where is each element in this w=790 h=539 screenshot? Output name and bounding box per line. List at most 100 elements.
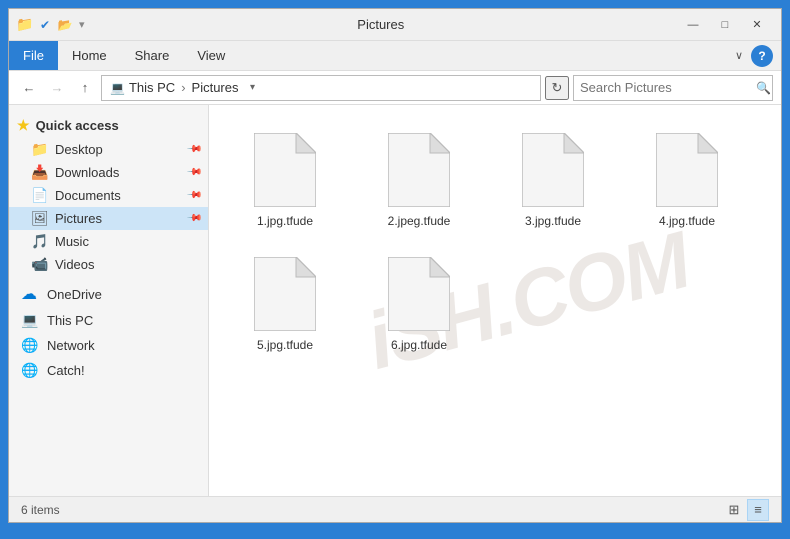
search-input[interactable] [580,80,756,95]
file-icon-wrapper [249,254,321,334]
main-content: ★ Quick access 📁 Desktop 📌 📥 Downloads 📌… [9,105,781,496]
help-button[interactable]: ? [751,45,773,67]
maximize-button[interactable]: □ [709,14,741,36]
computer-icon: 💻 [110,81,125,95]
file-item[interactable]: 4.jpg.tfude [627,121,747,237]
files-grid: 1.jpg.tfude 2.jpeg.tfude [225,121,765,361]
downloads-folder-icon: 📥 [31,164,49,181]
desktop-label: Desktop [55,142,103,157]
file-item[interactable]: 2.jpeg.tfude [359,121,479,237]
view-menu[interactable]: View [183,41,239,70]
network-label: Network [47,338,95,353]
sidebar-item-network[interactable]: 🌐 Network [9,333,208,358]
file-menu[interactable]: File [9,41,58,70]
pictures-label: Pictures [55,211,102,226]
file-icon-wrapper [517,130,589,210]
home-menu[interactable]: Home [58,41,121,70]
catch-icon: 🌐 [21,362,41,379]
refresh-button[interactable]: ↻ [545,76,569,100]
downloads-label: Downloads [55,165,119,180]
pin-icon-pic: 📌 [185,210,202,227]
sidebar-item-downloads[interactable]: 📥 Downloads 📌 [9,161,208,184]
address-path[interactable]: 💻 This PC › Pictures ▾ [101,75,541,101]
grid-view-button[interactable]: ⊞ [723,499,745,521]
file-name: 3.jpg.tfude [525,214,581,228]
file-item[interactable]: 1.jpg.tfude [225,121,345,237]
sidebar-item-pictures[interactable]: 🖼 Pictures 📌 [9,207,208,230]
network-icon: 🌐 [21,337,41,354]
file-name: 6.jpg.tfude [391,338,447,352]
path-dropdown-arrow[interactable]: ▾ [243,76,263,100]
sidebar-item-onedrive[interactable]: ☁ OneDrive [9,280,208,308]
window-controls: — □ ✕ [677,14,773,36]
close-button[interactable]: ✕ [741,14,773,36]
sidebar-item-catch[interactable]: 🌐 Catch! [9,358,208,383]
file-name: 1.jpg.tfude [257,214,313,228]
up-button[interactable]: ↑ [73,76,97,100]
menu-bar: File Home Share View ∨ ? [9,41,781,71]
quick-access-header[interactable]: ★ Quick access [9,113,208,138]
videos-folder-icon: 📹 [31,256,49,273]
share-menu[interactable]: Share [121,41,184,70]
music-label: Music [55,234,89,249]
pin-icon-dl: 📌 [185,164,202,181]
save-icon: ✔ [37,17,53,33]
file-icon-svg [254,133,316,207]
file-name: 4.jpg.tfude [659,214,715,228]
menu-bar-right: ∨ ? [731,45,781,67]
path-thispc[interactable]: This PC [129,80,175,95]
onedrive-label: OneDrive [47,287,102,302]
minimize-button[interactable]: — [677,14,709,36]
status-bar: 6 items ⊞ ≡ [9,496,781,522]
file-icon-svg [522,133,584,207]
thispc-label: This PC [47,313,93,328]
file-icon-svg [254,257,316,331]
file-item[interactable]: 3.jpg.tfude [493,121,613,237]
folder-icon: 📁 [17,17,33,33]
title-bar-icons: 📁 ✔ 📂 ▾ [17,17,85,33]
file-icon-wrapper [383,254,455,334]
item-count: 6 items [21,503,60,517]
forward-button[interactable]: → [45,76,69,100]
file-icon-wrapper [651,130,723,210]
thispc-icon: 💻 [21,312,41,329]
pictures-folder-icon: 🖼 [31,210,49,227]
quick-access-label: Quick access [36,118,119,133]
path-separator: › [181,80,185,95]
music-folder-icon: 🎵 [31,233,49,250]
catch-label: Catch! [47,363,85,378]
title-bar: 📁 ✔ 📂 ▾ Pictures — □ ✕ [9,9,781,41]
file-item[interactable]: 5.jpg.tfude [225,245,345,361]
file-icon-wrapper [249,130,321,210]
sidebar-item-videos[interactable]: 📹 Videos [9,253,208,276]
file-area: iSH.COM 1.jpg.tfude [209,105,781,496]
generic-icon: 📂 [57,17,73,33]
address-bar: ← → ↑ 💻 This PC › Pictures ▾ ↻ 🔍 [9,71,781,105]
file-icon-wrapper [383,130,455,210]
search-box[interactable]: 🔍 [573,75,773,101]
documents-folder-icon: 📄 [31,187,49,204]
sidebar: ★ Quick access 📁 Desktop 📌 📥 Downloads 📌… [9,105,209,496]
onedrive-icon: ☁ [21,284,41,304]
desktop-folder-icon: 📁 [31,141,49,158]
star-icon: ★ [17,117,30,134]
path-pictures[interactable]: Pictures [192,80,239,95]
window-title: Pictures [85,17,677,32]
file-name: 2.jpeg.tfude [388,214,451,228]
file-icon-svg [388,133,450,207]
explorer-window: 📁 ✔ 📂 ▾ Pictures — □ ✕ File Home Share V… [8,8,782,523]
documents-label: Documents [55,188,121,203]
sidebar-item-documents[interactable]: 📄 Documents 📌 [9,184,208,207]
videos-label: Videos [55,257,95,272]
list-view-button[interactable]: ≡ [747,499,769,521]
view-controls: ⊞ ≡ [723,499,769,521]
file-item[interactable]: 6.jpg.tfude [359,245,479,361]
sidebar-item-desktop[interactable]: 📁 Desktop 📌 [9,138,208,161]
pin-icon: 📌 [185,141,202,158]
sidebar-item-music[interactable]: 🎵 Music [9,230,208,253]
back-button[interactable]: ← [17,76,41,100]
expand-ribbon-button[interactable]: ∨ [731,47,747,64]
sidebar-item-thispc[interactable]: 💻 This PC [9,308,208,333]
file-icon-svg [388,257,450,331]
file-icon-svg [656,133,718,207]
